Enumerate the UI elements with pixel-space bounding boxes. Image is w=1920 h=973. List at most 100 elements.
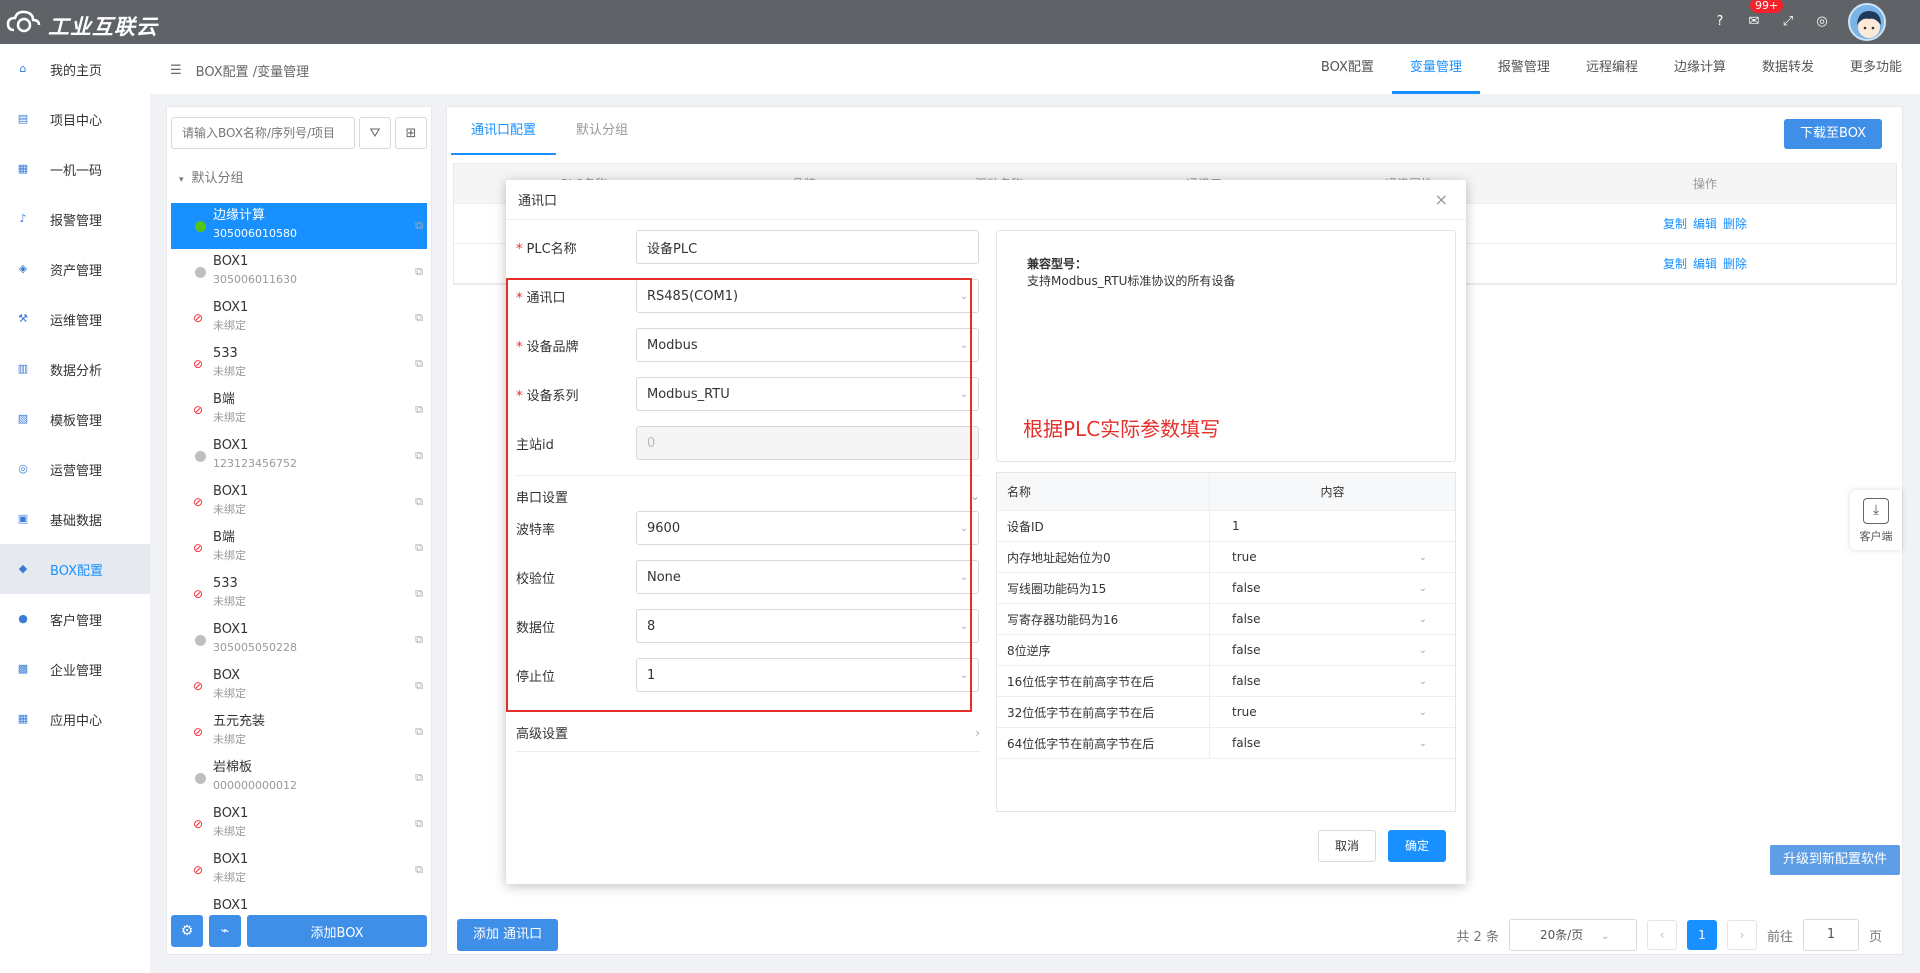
advanced-section-header[interactable]: 高级设置 › bbox=[516, 714, 980, 752]
device-name: BOX1 bbox=[213, 806, 249, 821]
next-page-button[interactable]: › bbox=[1726, 920, 1757, 950]
tab-5[interactable]: 数据转发 bbox=[1744, 44, 1832, 94]
list-item[interactable]: ⊘ 533 未绑定 ⧉ bbox=[171, 341, 427, 387]
page-button[interactable]: 1 bbox=[1686, 920, 1717, 950]
list-item[interactable]: ⊘BOX1⧉ bbox=[171, 893, 427, 909]
sidebar-item-4[interactable]: ◈ 资产管理 bbox=[0, 244, 150, 294]
device-serial: 未绑定 bbox=[213, 411, 246, 424]
list-item[interactable]: BOX1 305005050228 ⧉ bbox=[171, 617, 427, 663]
sidebar-item-2[interactable]: ▦ 一机一码 bbox=[0, 144, 150, 194]
compat-title: 兼容型号： bbox=[1027, 257, 1088, 271]
logo[interactable]: 工业互联云 bbox=[6, 8, 176, 39]
param-value-select[interactable]: false ⌄ bbox=[1210, 604, 1455, 634]
sidebar-item-8[interactable]: ◎ 运营管理 bbox=[0, 444, 150, 494]
copy-icon[interactable]: ⧉ bbox=[415, 311, 423, 325]
list-item[interactable]: ⊘ 五元充装 未绑定 ⧉ bbox=[171, 709, 427, 755]
delete-link[interactable]: 删除 bbox=[1723, 257, 1747, 271]
tab-0[interactable]: BOX配置 bbox=[1303, 44, 1392, 94]
copy-icon[interactable]: ⧉ bbox=[415, 771, 423, 785]
sidebar-item-7[interactable]: ▧ 模板管理 bbox=[0, 394, 150, 444]
copy-icon[interactable]: ⧉ bbox=[415, 403, 423, 417]
tab-6[interactable]: 更多功能 bbox=[1832, 44, 1920, 94]
menu-toggle-icon[interactable]: ☰ bbox=[170, 63, 182, 78]
copy-icon[interactable]: ⧉ bbox=[415, 541, 423, 555]
list-item[interactable]: ⊘ BOX1 未绑定 ⧉ bbox=[171, 801, 427, 847]
sidebar-item-6[interactable]: ▥ 数据分析 bbox=[0, 344, 150, 394]
copy-icon[interactable]: ⧉ bbox=[415, 449, 423, 463]
sidebar-item-0[interactable]: ⌂ 我的主页 bbox=[0, 44, 150, 94]
close-icon[interactable]: × bbox=[1435, 190, 1448, 209]
sidebar-item-12[interactable]: ▩ 企业管理 bbox=[0, 644, 150, 694]
tab-port-config[interactable]: 通讯口配置 bbox=[451, 107, 557, 155]
sidebar-item-9[interactable]: ▣ 基础数据 bbox=[0, 494, 150, 544]
copy-icon[interactable]: ⧉ bbox=[415, 679, 423, 693]
filter-icon[interactable]: ⛛ bbox=[359, 117, 391, 149]
param-value-select[interactable]: true ⌄ bbox=[1210, 697, 1455, 727]
plc-name-input[interactable]: 设备PLC bbox=[636, 230, 979, 264]
copy-icon[interactable]: ⧉ bbox=[415, 725, 423, 739]
fullscreen-icon[interactable]: ⤢ bbox=[1780, 14, 1796, 30]
list-item[interactable]: ⊘ B端 未绑定 ⧉ bbox=[171, 387, 427, 433]
page-size-select[interactable]: 20条/页 ⌄ bbox=[1508, 919, 1637, 951]
sidebar-item-1[interactable]: ▤ 项目中心 bbox=[0, 94, 150, 144]
param-value-select[interactable]: 1 bbox=[1210, 511, 1455, 541]
param-value-select[interactable]: false ⌄ bbox=[1210, 635, 1455, 665]
copy-icon[interactable]: ⧉ bbox=[415, 357, 423, 371]
upgrade-button[interactable]: 升级到新配置软件 bbox=[1770, 845, 1900, 875]
list-item[interactable]: 岩棉板 000000000012 ⧉ bbox=[171, 755, 427, 801]
list-item[interactable]: BOX1 305006011630 ⧉ bbox=[171, 249, 427, 295]
copy-icon[interactable]: ⧉ bbox=[415, 495, 423, 509]
tab-1[interactable]: 变量管理 bbox=[1391, 44, 1480, 94]
confirm-button[interactable]: 确定 bbox=[1388, 830, 1446, 862]
goto-input[interactable]: 1 bbox=[1802, 919, 1859, 951]
list-item[interactable]: ⊘ BOX1 未绑定 ⧉ bbox=[171, 479, 427, 525]
delete-link[interactable]: 删除 bbox=[1723, 217, 1747, 231]
list-item[interactable]: ⊘ BOX1 未绑定 ⧉ bbox=[171, 847, 427, 893]
copy-icon[interactable]: ⧉ bbox=[415, 817, 423, 831]
mail-icon[interactable]: ✉ 99+ bbox=[1746, 0, 1784, 30]
plc-name-label: PLC名称 bbox=[526, 241, 577, 257]
copy-icon[interactable]: ⧉ bbox=[415, 587, 423, 601]
param-value-select[interactable]: true ⌄ bbox=[1210, 542, 1455, 572]
list-item[interactable]: ⊘ B端 未绑定 ⧉ bbox=[171, 525, 427, 571]
add-folder-icon[interactable]: ⊞ bbox=[395, 117, 427, 149]
client-download-button[interactable]: ⤓ 客户端 bbox=[1850, 490, 1902, 550]
prev-page-button[interactable]: ‹ bbox=[1646, 920, 1677, 950]
globe-icon[interactable]: ◎ bbox=[1814, 14, 1830, 30]
sidebar-item-13[interactable]: ▦ 应用中心 bbox=[0, 694, 150, 744]
param-value-select[interactable]: false ⌄ bbox=[1210, 666, 1455, 696]
tab-3[interactable]: 远程编程 bbox=[1568, 44, 1656, 94]
add-port-button[interactable]: 添加 通讯口 bbox=[457, 919, 559, 951]
add-box-button[interactable]: 添加BOX bbox=[247, 915, 427, 947]
sidebar-item-3[interactable]: ♪ 报警管理 bbox=[0, 194, 150, 244]
sidebar-item-5[interactable]: ⚒ 运维管理 bbox=[0, 294, 150, 344]
settings-icon[interactable]: ⚙ bbox=[171, 915, 203, 947]
tab-4[interactable]: 边缘计算 bbox=[1656, 44, 1744, 94]
tab-2[interactable]: 报警管理 bbox=[1480, 44, 1568, 94]
list-item[interactable]: ⊘ BOX1 未绑定 ⧉ bbox=[171, 295, 427, 341]
wifi-off-icon[interactable]: ⌁ bbox=[209, 915, 241, 947]
param-value-select[interactable]: false ⌄ bbox=[1210, 728, 1455, 758]
copy-link[interactable]: 复制 bbox=[1663, 257, 1687, 271]
sidebar-item-10[interactable]: ◆ BOX配置 bbox=[0, 544, 150, 594]
list-item[interactable]: BOX1 123123456752 ⧉ bbox=[171, 433, 427, 479]
copy-icon[interactable]: ⧉ bbox=[415, 863, 423, 877]
list-item[interactable]: 边缘计算 305006010580 ⧉ bbox=[171, 203, 427, 249]
sidebar-item-11[interactable]: ● 客户管理 bbox=[0, 594, 150, 644]
list-item[interactable]: ⊘ 533 未绑定 ⧉ bbox=[171, 571, 427, 617]
list-item[interactable]: ⊘ BOX 未绑定 ⧉ bbox=[171, 663, 427, 709]
box-search-input[interactable] bbox=[171, 117, 355, 149]
avatar[interactable] bbox=[1848, 3, 1886, 41]
copy-icon[interactable]: ⧉ bbox=[415, 219, 423, 233]
copy-icon[interactable]: ⧉ bbox=[415, 633, 423, 647]
edit-link[interactable]: 编辑 bbox=[1693, 217, 1717, 231]
tab-default-group[interactable]: 默认分组 bbox=[556, 107, 648, 155]
param-value-select[interactable]: false ⌄ bbox=[1210, 573, 1455, 603]
copy-link[interactable]: 复制 bbox=[1663, 217, 1687, 231]
group-header[interactable]: ▾ 默认分组 bbox=[179, 167, 244, 186]
copy-icon[interactable]: ⧉ bbox=[415, 265, 423, 279]
cancel-button[interactable]: 取消 bbox=[1318, 830, 1376, 862]
download-to-box-button[interactable]: 下载至BOX bbox=[1784, 119, 1882, 149]
help-icon[interactable]: ? bbox=[1712, 14, 1728, 30]
edit-link[interactable]: 编辑 bbox=[1693, 257, 1717, 271]
